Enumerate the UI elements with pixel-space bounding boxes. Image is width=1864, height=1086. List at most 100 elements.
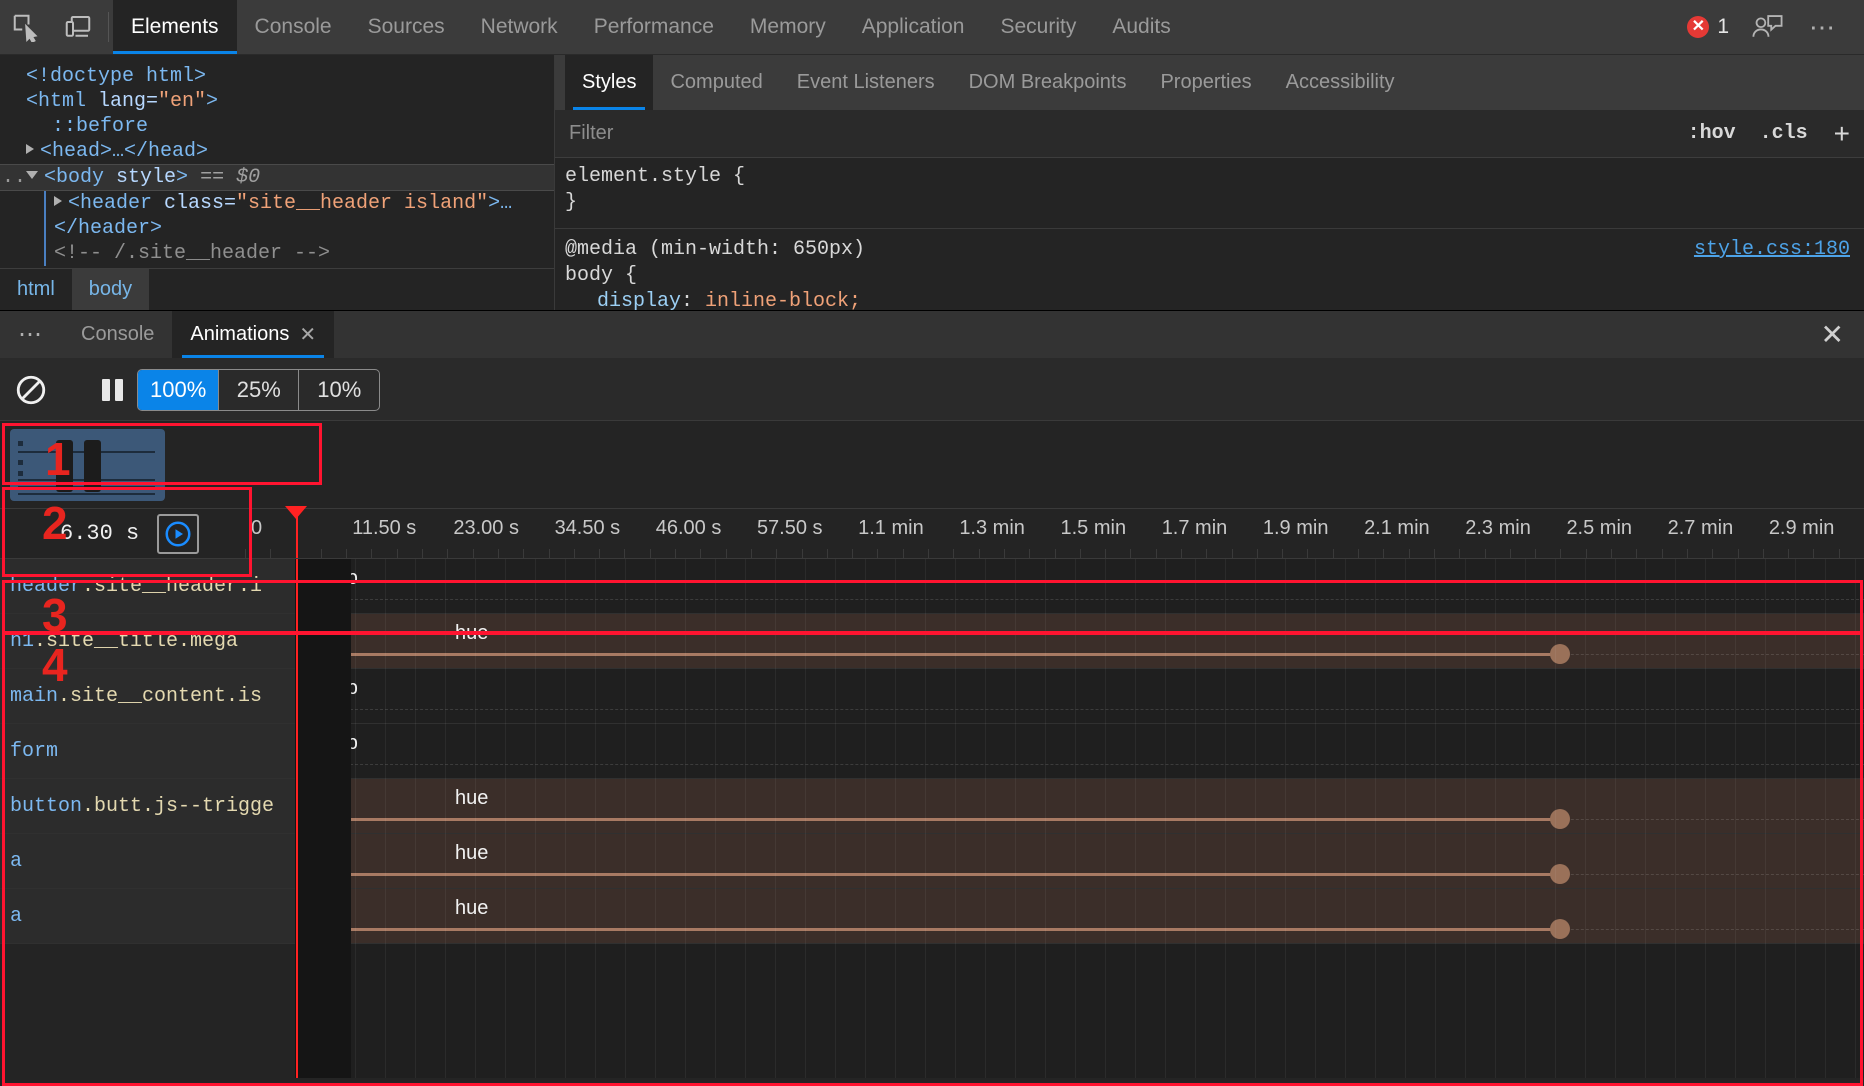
dom-before-label: ::before <box>52 115 148 138</box>
animation-track-divider <box>295 599 1864 600</box>
css-rule-element-style[interactable]: element.style { } <box>555 162 1864 222</box>
tab-security[interactable]: Security <box>982 0 1094 54</box>
dom-node-comment[interactable]: <!-- /.site__header --> <box>44 241 554 266</box>
css-rule-selector[interactable]: body { <box>565 263 1854 289</box>
tab-performance[interactable]: Performance <box>576 0 732 54</box>
dom-node-head[interactable]: <head>…</head> <box>0 139 554 164</box>
css-rule-selector[interactable]: element.style { <box>565 164 1854 190</box>
playback-rate-100[interactable]: 100% <box>138 370 219 410</box>
breadcrumb-html-label: html <box>17 278 55 301</box>
pause-icon[interactable] <box>102 379 123 401</box>
track-grid-line <box>865 559 866 1078</box>
tab-memory[interactable]: Memory <box>732 0 844 54</box>
timeline-grid-line <box>1055 549 1056 558</box>
error-count-badge[interactable]: ✕ 1 <box>1679 15 1737 39</box>
animation-group-preview[interactable] <box>10 429 165 501</box>
timeline-grid-line <box>1510 549 1511 558</box>
tab-styles[interactable]: Styles <box>565 55 653 110</box>
animation-track[interactable]: hue <box>295 779 1864 834</box>
expand-triangle-icon[interactable] <box>54 196 62 206</box>
css-declaration-property[interactable]: display <box>597 290 681 310</box>
timeline-tick-label: 2.3 min <box>1465 517 1531 540</box>
dom-node-header[interactable]: <header class="site__header island">… <box>44 191 554 216</box>
feedback-person-icon[interactable] <box>1741 12 1793 42</box>
animation-row-tracks[interactable]: bounceInUphuebounceInUpbounceInUphuehueh… <box>295 559 1864 1078</box>
collapse-triangle-icon[interactable] <box>26 171 38 179</box>
tab-console-label: Console <box>255 15 332 39</box>
tab-properties[interactable]: Properties <box>1143 55 1268 110</box>
device-toolbar-icon[interactable] <box>52 0 104 54</box>
tab-dom-breakpoints[interactable]: DOM Breakpoints <box>952 55 1144 110</box>
dom-node-before-pseudo[interactable]: ::before <box>0 114 554 139</box>
expand-triangle-icon[interactable] <box>26 144 34 154</box>
timeline-grid-line <box>422 549 423 558</box>
animation-row-selector[interactable]: button.butt.js--trigge <box>0 779 295 834</box>
new-style-rule-button[interactable]: + <box>1820 120 1864 148</box>
css-declaration[interactable]: display: inline-block; <box>565 289 1854 310</box>
animation-track[interactable]: hue <box>295 834 1864 889</box>
tab-audits[interactable]: Audits <box>1094 0 1188 54</box>
tab-event-listeners[interactable]: Event Listeners <box>780 55 952 110</box>
inspect-element-icon[interactable] <box>0 0 52 54</box>
dom-node-header-end[interactable]: </header> <box>44 216 554 241</box>
annotation-label-1: 1 <box>45 432 71 486</box>
dom-html-close: > <box>206 90 218 113</box>
timeline-grid-line <box>1029 549 1030 558</box>
dom-node-doctype[interactable]: <!doctype html> <box>0 64 554 89</box>
timeline-grid-line <box>549 549 550 558</box>
drawer-tab-console[interactable]: Console <box>63 311 172 358</box>
animation-track[interactable]: bounceInUp <box>295 559 1864 614</box>
toolbar-more-icon[interactable]: ⋯ <box>1797 12 1850 43</box>
animation-keyframe-dot[interactable] <box>1550 809 1570 829</box>
animation-track[interactable]: bounceInUp <box>295 724 1864 779</box>
animation-row-selector[interactable]: a <box>0 834 295 889</box>
css-declaration-value[interactable]: inline-block; <box>705 290 861 310</box>
animation-keyframe-dot[interactable] <box>1550 864 1570 884</box>
tab-accessibility[interactable]: Accessibility <box>1269 55 1412 110</box>
toggle-pseudo-states-button[interactable]: :hov <box>1676 122 1748 145</box>
close-tab-icon[interactable]: ✕ <box>299 322 316 347</box>
animation-track[interactable]: hue <box>295 614 1864 669</box>
timeline-scrubber-line[interactable] <box>296 559 298 1078</box>
drawer-tab-animations[interactable]: Animations ✕ <box>172 311 334 358</box>
timeline-grid-line <box>751 549 752 558</box>
css-source-link[interactable]: style.css:180 <box>1694 237 1850 263</box>
drawer-more-icon[interactable]: ⋯ <box>0 311 63 358</box>
replay-play-icon[interactable] <box>157 514 199 554</box>
tab-console[interactable]: Console <box>237 0 350 54</box>
animation-row-selector[interactable]: form <box>0 724 295 779</box>
animation-row-element-name: button <box>10 795 82 818</box>
toggle-class-button[interactable]: .cls <box>1748 122 1820 145</box>
breadcrumb-item-html[interactable]: html <box>0 269 72 310</box>
playback-rate-10[interactable]: 10% <box>299 370 379 410</box>
timeline-ruler[interactable]: 011.50 s23.00 s34.50 s46.00 s57.50 s1.1 … <box>245 509 1864 558</box>
animation-keyframe-dot[interactable] <box>1550 644 1570 664</box>
styles-filter-input[interactable] <box>555 110 1676 157</box>
tab-computed[interactable]: Computed <box>653 55 779 110</box>
dom-comment-text: <!-- /.site__header --> <box>54 242 330 265</box>
tab-sources[interactable]: Sources <box>350 0 463 54</box>
timeline-tick-label: 1.1 min <box>858 517 924 540</box>
animation-track[interactable]: hue <box>295 889 1864 944</box>
animation-keyframe-dot[interactable] <box>1550 919 1570 939</box>
track-grid-line <box>385 559 386 1078</box>
breadcrumb-item-body[interactable]: body <box>72 269 149 310</box>
css-rule-body-media[interactable]: @media (min-width: 650px) style.css:180 … <box>555 228 1864 310</box>
dom-node-body-selected[interactable]: .. <body style> == $0 <box>0 164 554 191</box>
dom-node-html[interactable]: <html lang="en"> <box>0 89 554 114</box>
close-drawer-icon[interactable]: ✕ <box>1801 311 1864 358</box>
timeline-scrubber-head[interactable] <box>285 506 307 519</box>
animation-track[interactable]: bounceInUp <box>295 669 1864 724</box>
timeline-grid-line <box>371 549 372 558</box>
tab-application[interactable]: Application <box>844 0 983 54</box>
track-grid-line <box>1315 559 1316 1078</box>
tab-network[interactable]: Network <box>463 0 576 54</box>
animation-row-selector[interactable]: a <box>0 889 295 944</box>
annotation-label-3: 3 <box>42 588 68 642</box>
clear-all-icon[interactable] <box>14 373 48 407</box>
playback-rate-25[interactable]: 25% <box>219 370 299 410</box>
dom-tree[interactable]: <!doctype html> <html lang="en"> ::befor… <box>0 55 554 266</box>
timeline-grid-line <box>397 549 398 558</box>
elements-dom-pane[interactable]: <!doctype html> <html lang="en"> ::befor… <box>0 55 555 310</box>
tab-elements[interactable]: Elements <box>113 0 237 54</box>
